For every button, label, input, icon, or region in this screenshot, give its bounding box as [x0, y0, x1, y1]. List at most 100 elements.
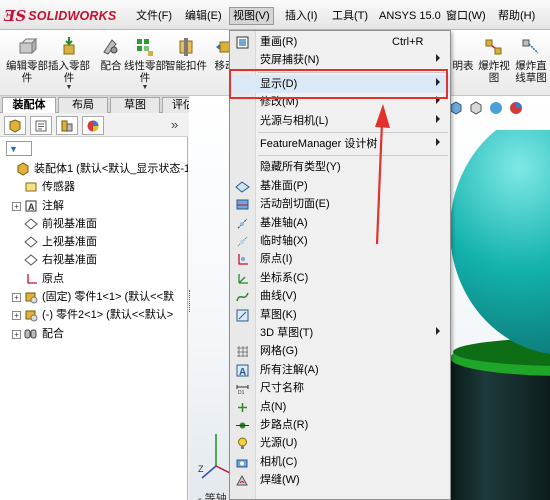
menu-item[interactable]: 点(N): [230, 398, 450, 416]
menu-item[interactable]: 焊缝(W): [230, 471, 450, 489]
menu-item-label: 3D 草图(T): [260, 327, 314, 339]
chevron-right-icon: [436, 138, 440, 146]
expand-toggle[interactable]: +: [12, 201, 21, 211]
menu-item[interactable]: 基准轴(A): [230, 214, 450, 232]
menu-item-label: 基准面(P): [260, 179, 308, 192]
tree-row[interactable]: 右视基准面: [0, 251, 188, 269]
tree-row[interactable]: + A 注解: [0, 197, 188, 215]
chevron-down-icon[interactable]: ▼: [124, 84, 166, 92]
chevron-down-icon[interactable]: ▼: [48, 84, 90, 92]
camera-icon: [235, 455, 250, 470]
menu-item[interactable]: A 所有注解(A): [230, 361, 450, 379]
temp-axis-icon: [235, 234, 250, 249]
menu-item[interactable]: 临时轴(X): [230, 232, 450, 250]
menu-item[interactable]: 3D 草图(T): [230, 324, 450, 342]
tab-layout[interactable]: 布局: [58, 97, 108, 113]
panel-splitter[interactable]: [189, 290, 193, 312]
route-point-icon: [235, 418, 250, 433]
menu-item[interactable]: 曲线(V): [230, 287, 450, 305]
menu-item[interactable]: FeatureManager 设计树: [230, 135, 450, 153]
feature-tree-tab[interactable]: [4, 116, 26, 135]
menu-item[interactable]: D1 尺寸名称: [230, 379, 450, 397]
menu-item-shortcut: Ctrl+R: [392, 36, 424, 48]
svg-text:D1: D1: [238, 390, 245, 396]
tree-row[interactable]: 前视基准面: [0, 215, 188, 233]
menu-item[interactable]: 光源与相机(L): [230, 112, 450, 130]
menu-item[interactable]: 坐标系(C): [230, 269, 450, 287]
section-plane-icon: [235, 197, 250, 212]
solidworks-logo[interactable]: ƎS SOLIDWORKS: [4, 6, 116, 26]
insert-component-label: 插入零部件: [48, 60, 90, 84]
menu-item[interactable]: 步路点(R): [230, 416, 450, 434]
menu-item[interactable]: 荧屏捕获(N): [230, 51, 450, 69]
menu-item[interactable]: 基准面(P): [230, 177, 450, 195]
property-manager-tab[interactable]: [30, 116, 52, 135]
configuration-manager-tab[interactable]: [56, 116, 78, 135]
menu-help[interactable]: 帮助(H): [496, 7, 537, 25]
scene-icon[interactable]: [488, 100, 504, 116]
tree-row[interactable]: 装配体1 (默认<默认_显示状态-1: [0, 160, 188, 178]
menu-item-label: 点(N): [260, 400, 287, 413]
tab-assembly[interactable]: 装配体: [2, 97, 56, 114]
explode-line-sketch-button[interactable]: 爆炸直线草图: [512, 34, 550, 92]
menu-item[interactable]: 相机(C): [230, 453, 450, 471]
menu-item[interactable]: 活动剖切面(E): [230, 195, 450, 213]
tree-row[interactable]: + (-) 零件2<1> (默认<<默认>: [0, 306, 188, 324]
tree-item-label: (-) 零件2<1> (默认<<默认>: [42, 309, 174, 322]
menu-tools[interactable]: 工具(T): [330, 7, 370, 25]
display-manager-tab[interactable]: [82, 116, 104, 135]
tree-row[interactable]: 原点: [0, 270, 188, 288]
menu-item[interactable]: 隐藏所有类型(Y): [230, 158, 450, 176]
feature-tree-icon: [9, 118, 21, 133]
tab-sketch[interactable]: 草图: [110, 97, 160, 113]
plane-icon: [24, 235, 38, 249]
svg-text:Z: Z: [198, 464, 204, 474]
menu-window[interactable]: 窗口(W): [444, 7, 488, 25]
bom-button[interactable]: 明表: [451, 34, 475, 92]
menu-edit[interactable]: 编辑(E): [183, 7, 224, 25]
menu-item-label: 草图(K): [260, 308, 297, 321]
menu-item[interactable]: 草图(K): [230, 306, 450, 324]
exploded-view-button[interactable]: 爆炸视图: [476, 34, 512, 92]
display-style-icon[interactable]: [468, 100, 484, 116]
menu-item-label: 焊缝(W): [260, 474, 300, 487]
sphere-model[interactable]: [450, 130, 550, 500]
menu-item[interactable]: 光源(U): [230, 434, 450, 452]
plane-icon: [24, 253, 38, 267]
menu-view[interactable]: 视图(V): [229, 7, 274, 25]
tree-row[interactable]: 传感器: [0, 178, 188, 196]
menu-item[interactable]: 原点(I): [230, 250, 450, 268]
menu-item[interactable]: 重画(R) Ctrl+R: [230, 33, 450, 51]
point-icon: [235, 400, 250, 415]
chevron-right-icon[interactable]: »: [171, 117, 178, 132]
insert-component-button[interactable]: 插入零部件 ▼: [48, 34, 90, 92]
appearance-icon[interactable]: [508, 100, 524, 116]
menu-item[interactable]: 网格(G): [230, 342, 450, 360]
configuration-manager-icon: [61, 120, 73, 131]
tree-row[interactable]: + (固定) 零件1<1> (默认<<默: [0, 288, 188, 306]
menu-file[interactable]: 文件(F): [134, 7, 174, 25]
origin-view-icon: [235, 252, 250, 267]
tree-item-label: 装配体1 (默认<默认_显示状态-1: [34, 163, 188, 175]
smart-fastener-icon: [179, 38, 193, 56]
expand-toggle[interactable]: +: [12, 329, 21, 339]
weld-icon: [235, 473, 250, 488]
expand-toggle[interactable]: +: [12, 311, 21, 321]
tree-row[interactable]: + 配合: [0, 325, 188, 343]
tree-item-label: 右视基准面: [42, 254, 97, 267]
axis-icon: [235, 216, 250, 231]
feature-tree: 装配体1 (默认<默认_显示状态-1 传感器 + A 注解 前视基准面 上视基准面右视基准面…: [0, 160, 188, 343]
smart-fastener-button[interactable]: 智能扣件: [165, 34, 207, 92]
menu-item-label: 光源与相机(L): [260, 114, 329, 127]
menu-item-label: 活动剖切面(E): [260, 198, 330, 211]
svg-text:A: A: [239, 367, 246, 378]
edit-component-button[interactable]: 编辑零部件: [6, 34, 48, 92]
tree-row[interactable]: 上视基准面: [0, 233, 188, 251]
menu-item-label: 曲线(V): [260, 290, 297, 303]
tree-filter[interactable]: ▼: [6, 141, 32, 156]
menu-item-label: 光源(U): [260, 437, 298, 450]
linear-pattern-button[interactable]: 线性零部件 ▼: [124, 34, 166, 92]
menu-ansys[interactable]: ANSYS 15.0: [377, 7, 443, 25]
menu-insert[interactable]: 插入(I): [283, 7, 319, 25]
expand-toggle[interactable]: +: [12, 293, 21, 303]
